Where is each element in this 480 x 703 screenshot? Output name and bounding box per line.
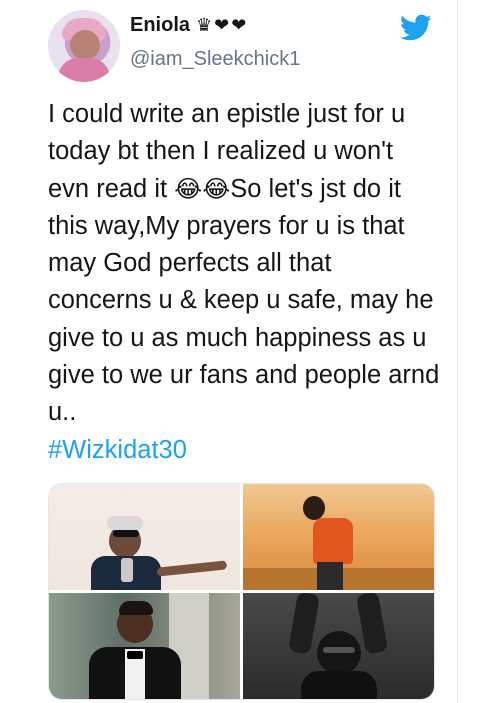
user-handle[interactable]: @iam_Sleekchick1 — [130, 48, 300, 71]
photo-3[interactable] — [49, 593, 240, 699]
avatar-body — [58, 58, 110, 82]
tweet-text: I could write an epistle just for u toda… — [48, 96, 440, 469]
avatar-face — [70, 30, 100, 60]
twitter-bird-icon[interactable] — [400, 14, 432, 42]
avatar[interactable] — [48, 10, 120, 82]
media-grid — [48, 483, 435, 700]
photo-1[interactable] — [49, 484, 240, 590]
tweet-card: Eniola ♛❤❤ @iam_Sleekchick1 I could write… — [0, 0, 458, 703]
photo-2[interactable] — [243, 484, 434, 590]
photo-4[interactable] — [243, 593, 434, 699]
hashtag-link[interactable]: #Wizkidat30 — [48, 436, 187, 464]
display-name[interactable]: Eniola ♛❤❤ — [130, 14, 248, 37]
tweet-text-end: So let's jst do it this way,My prayers f… — [48, 174, 447, 427]
name-badges: ♛❤❤ — [196, 15, 249, 35]
laughing-emoji: 😂😂 — [174, 175, 231, 203]
display-name-text: Eniola — [130, 14, 191, 36]
